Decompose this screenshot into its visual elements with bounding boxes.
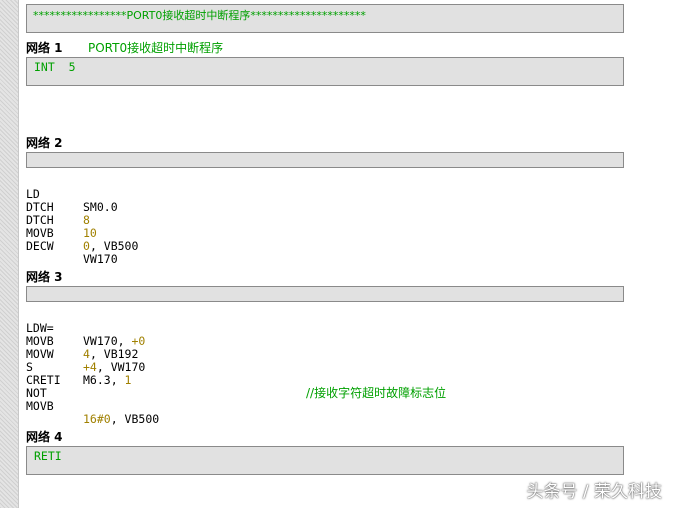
network-3-code: LDW= VW170, +0 MOVB 4, VB192 MOVW +4, VW… [26, 309, 446, 426]
network-2-title[interactable]: 网络 2 [26, 134, 63, 151]
code-line[interactable]: DTCH 10 [26, 201, 97, 240]
code-line[interactable]: CRETI [26, 361, 61, 387]
code-line[interactable]: S M6.3, 1 //接收字符超时故障标志位 [26, 348, 446, 400]
code-line[interactable]: NOT [26, 374, 54, 400]
code-line[interactable]: MOVB 16#0, VB500 [26, 387, 159, 426]
operand-constant: +4 [83, 360, 97, 374]
watermark-text: 头条号 / 荣久科技 [526, 482, 662, 502]
operand-constant: +0 [131, 334, 146, 348]
operand-rest: , VW170 [96, 360, 146, 374]
network-3-title[interactable]: 网络 3 [26, 268, 63, 285]
code-line[interactable]: MOVB 4, VB192 [26, 322, 138, 361]
operand-rest: , VB500 [89, 239, 139, 253]
operand-constant: 16#0 [83, 412, 111, 426]
network-1-int-statement: INT 5 [34, 60, 76, 74]
code-line[interactable]: DTCH 8 [26, 188, 90, 227]
operand: 16#0, VB500 [83, 413, 159, 426]
left-gutter [0, 0, 19, 508]
network-2-comment-box[interactable] [26, 152, 624, 168]
operand-rest: , VB192 [89, 347, 139, 361]
network-4-code-box[interactable]: RETI [26, 446, 624, 475]
network-1-code-box[interactable]: INT 5 [26, 57, 624, 86]
operand-constant: 1 [124, 373, 132, 387]
operand: M6.3, 1 [83, 374, 131, 387]
code-line[interactable]: MOVW +4, VW170 [26, 335, 145, 374]
operand-constant: 0 [83, 239, 90, 253]
instruction: MOVB [26, 399, 54, 413]
network-1-comment: PORT0接收超时中断程序 [88, 41, 224, 55]
code-line[interactable]: DECW VW170 [26, 227, 118, 266]
operand-address: VW170, [83, 334, 132, 348]
operand: VW170 [83, 252, 118, 266]
line-comment: //接收字符超时故障标志位 [306, 386, 447, 400]
network-2-code: LD SM0.0 DTCH 8 DTCH 10 MOVB 0, VB500 DE… [26, 175, 138, 266]
network-4-reti-statement: RETI [34, 449, 62, 463]
operand-address: M6.3, [83, 373, 125, 387]
network-3-comment-box[interactable] [26, 286, 624, 302]
network-1-title[interactable]: 网络 1 [26, 39, 63, 56]
program-title-comment-box[interactable]: *****************PORT0接收超时中断程序**********… [26, 4, 624, 33]
code-line[interactable]: LD SM0.0 [26, 175, 118, 214]
instruction: DECW [26, 239, 54, 253]
code-line[interactable]: LDW= VW170, +0 [26, 309, 145, 348]
operand-rest: , VB500 [110, 412, 160, 426]
program-title-comment: *****************PORT0接收超时中断程序**********… [33, 9, 366, 22]
code-line[interactable]: MOVB 0, VB500 [26, 214, 138, 253]
operand-constant: 4 [83, 347, 90, 361]
network-4-title[interactable]: 网络 4 [26, 428, 63, 445]
